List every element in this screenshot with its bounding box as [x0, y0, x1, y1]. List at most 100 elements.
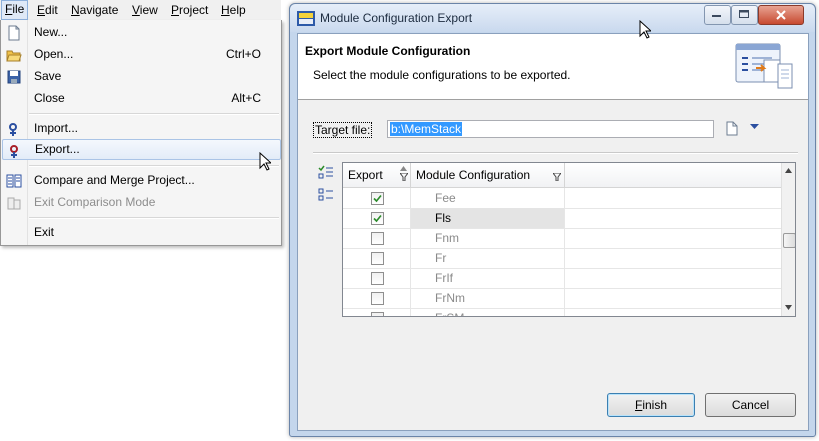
module-name-cell[interactable]: Fls	[411, 208, 565, 228]
menu-help[interactable]: Help	[218, 1, 249, 19]
module-name: FrIf	[435, 271, 453, 285]
export-cell	[343, 288, 411, 308]
module-name-cell[interactable]: Fee	[411, 188, 565, 208]
close-button[interactable]	[758, 5, 804, 25]
export-cell	[343, 228, 411, 248]
cancel-button[interactable]: Cancel	[705, 393, 796, 417]
save-disk-icon	[7, 70, 21, 84]
compare-merge-icon	[6, 174, 22, 188]
export-checkbox[interactable]	[371, 312, 384, 316]
export-checkbox[interactable]	[371, 212, 384, 225]
sort-ascending-icon	[400, 166, 407, 171]
menu-edit[interactable]: Edit	[34, 1, 61, 19]
table-row[interactable]: FrSM	[343, 308, 781, 316]
target-file-value: b:\MemStack	[390, 122, 463, 136]
menu-separator	[29, 165, 279, 167]
scrollbar-thumb[interactable]	[783, 233, 795, 248]
module-name-cell[interactable]: Fr	[411, 248, 565, 268]
export-checkbox[interactable]	[371, 192, 384, 205]
export-cell	[343, 188, 411, 208]
scroll-down-icon[interactable]	[785, 305, 792, 310]
menu-item-exit[interactable]: Exit	[2, 222, 279, 243]
export-cell	[343, 308, 411, 316]
module-name-cell[interactable]: FrIf	[411, 268, 565, 288]
module-name: Fls	[435, 211, 451, 225]
target-file-input[interactable]: b:\MemStack	[387, 120, 714, 138]
menu-view[interactable]: View	[129, 1, 161, 19]
module-name: Fr	[435, 251, 447, 265]
export-checkbox[interactable]	[371, 232, 384, 245]
export-wizard-icon	[735, 43, 793, 89]
table-row[interactable]: FrIf	[343, 268, 781, 289]
module-name: FrSM	[435, 308, 464, 316]
table-row[interactable]: Fls	[343, 208, 781, 229]
divider	[313, 152, 798, 154]
menu-item-save[interactable]: Save	[2, 66, 279, 87]
export-icon	[10, 145, 18, 158]
export-checkbox[interactable]	[371, 292, 384, 305]
menu-item-new[interactable]: New...	[2, 22, 279, 43]
export-checkbox[interactable]	[371, 272, 384, 285]
export-cell	[343, 208, 411, 228]
module-name: Fnm	[435, 231, 459, 245]
table-row[interactable]: FrNm	[343, 288, 781, 309]
menu-separator	[29, 113, 279, 115]
export-checkbox[interactable]	[371, 252, 384, 265]
table-row[interactable]: Fr	[343, 248, 781, 269]
menu-item-import[interactable]: Import...	[2, 118, 279, 139]
maximize-icon	[739, 10, 749, 18]
table-row[interactable]: Fee	[343, 188, 781, 209]
module-name-cell[interactable]: FrSM	[411, 308, 565, 316]
target-file-label: Target file:	[313, 122, 373, 138]
menu-navigate[interactable]: Navigate	[68, 1, 121, 19]
module-name-cell[interactable]: FrNm	[411, 288, 565, 308]
banner-description: Select the module configurations to be e…	[313, 68, 571, 82]
select-all-icon[interactable]	[318, 165, 334, 179]
menu-item-open[interactable]: Open... Ctrl+O	[2, 44, 279, 65]
module-configuration-table[interactable]: Export Module Configuration Fee Fls Fnm Fr F…	[342, 162, 796, 317]
table-vertical-scrollbar[interactable]	[781, 163, 795, 316]
checkmark-icon	[373, 214, 382, 223]
import-icon	[9, 123, 17, 136]
column-header-module-configuration[interactable]: Module Configuration	[411, 163, 565, 188]
dialog-title: Module Configuration Export	[320, 11, 473, 25]
scroll-up-icon[interactable]	[785, 168, 792, 173]
file-menu-dropdown: New... Open... Ctrl+O Save Close Alt+C I…	[0, 20, 282, 246]
module-name: FrNm	[435, 291, 465, 305]
dialog-client-area: Export Module Configuration Select the m…	[297, 33, 809, 431]
chevron-down-icon[interactable]	[749, 123, 760, 131]
menu-file[interactable]: File	[1, 0, 29, 20]
column-header-export[interactable]: Export	[343, 163, 411, 188]
app-icon	[297, 11, 315, 26]
close-icon	[776, 10, 786, 20]
banner-title: Export Module Configuration	[305, 44, 471, 58]
column-header-filler	[565, 163, 781, 188]
menu-project[interactable]: Project	[168, 1, 211, 19]
minimize-button[interactable]	[704, 5, 731, 25]
deselect-all-icon[interactable]	[318, 188, 334, 202]
new-file-icon[interactable]	[726, 121, 738, 136]
menu-item-export[interactable]: Export...	[2, 139, 281, 160]
export-cell	[343, 268, 411, 288]
dialog-titlebar[interactable]: Module Configuration Export	[290, 4, 815, 32]
menu-item-compare-merge[interactable]: Compare and Merge Project...	[2, 170, 279, 191]
maximize-button[interactable]	[731, 5, 758, 25]
dialog-banner: Export Module Configuration Select the m…	[298, 34, 808, 100]
minimize-icon	[712, 15, 721, 17]
filter-icon[interactable]	[553, 173, 561, 181]
menu-item-exit-comparison[interactable]: Exit Comparison Mode	[2, 192, 279, 213]
filter-icon[interactable]	[400, 173, 408, 181]
finish-button[interactable]: Finish	[607, 393, 695, 417]
exit-compare-icon	[7, 197, 21, 210]
export-dialog: Module Configuration Export Export Modul…	[289, 3, 816, 437]
open-folder-icon	[6, 50, 22, 62]
checkmark-icon	[373, 194, 382, 203]
menu-item-close[interactable]: Close Alt+C	[2, 88, 279, 109]
mouse-cursor-icon	[639, 20, 651, 39]
module-name: Fee	[435, 191, 456, 205]
mouse-cursor-icon	[259, 152, 271, 171]
new-file-icon	[8, 25, 20, 41]
table-row[interactable]: Fnm	[343, 228, 781, 249]
menu-separator	[29, 217, 279, 219]
module-name-cell[interactable]: Fnm	[411, 228, 565, 248]
